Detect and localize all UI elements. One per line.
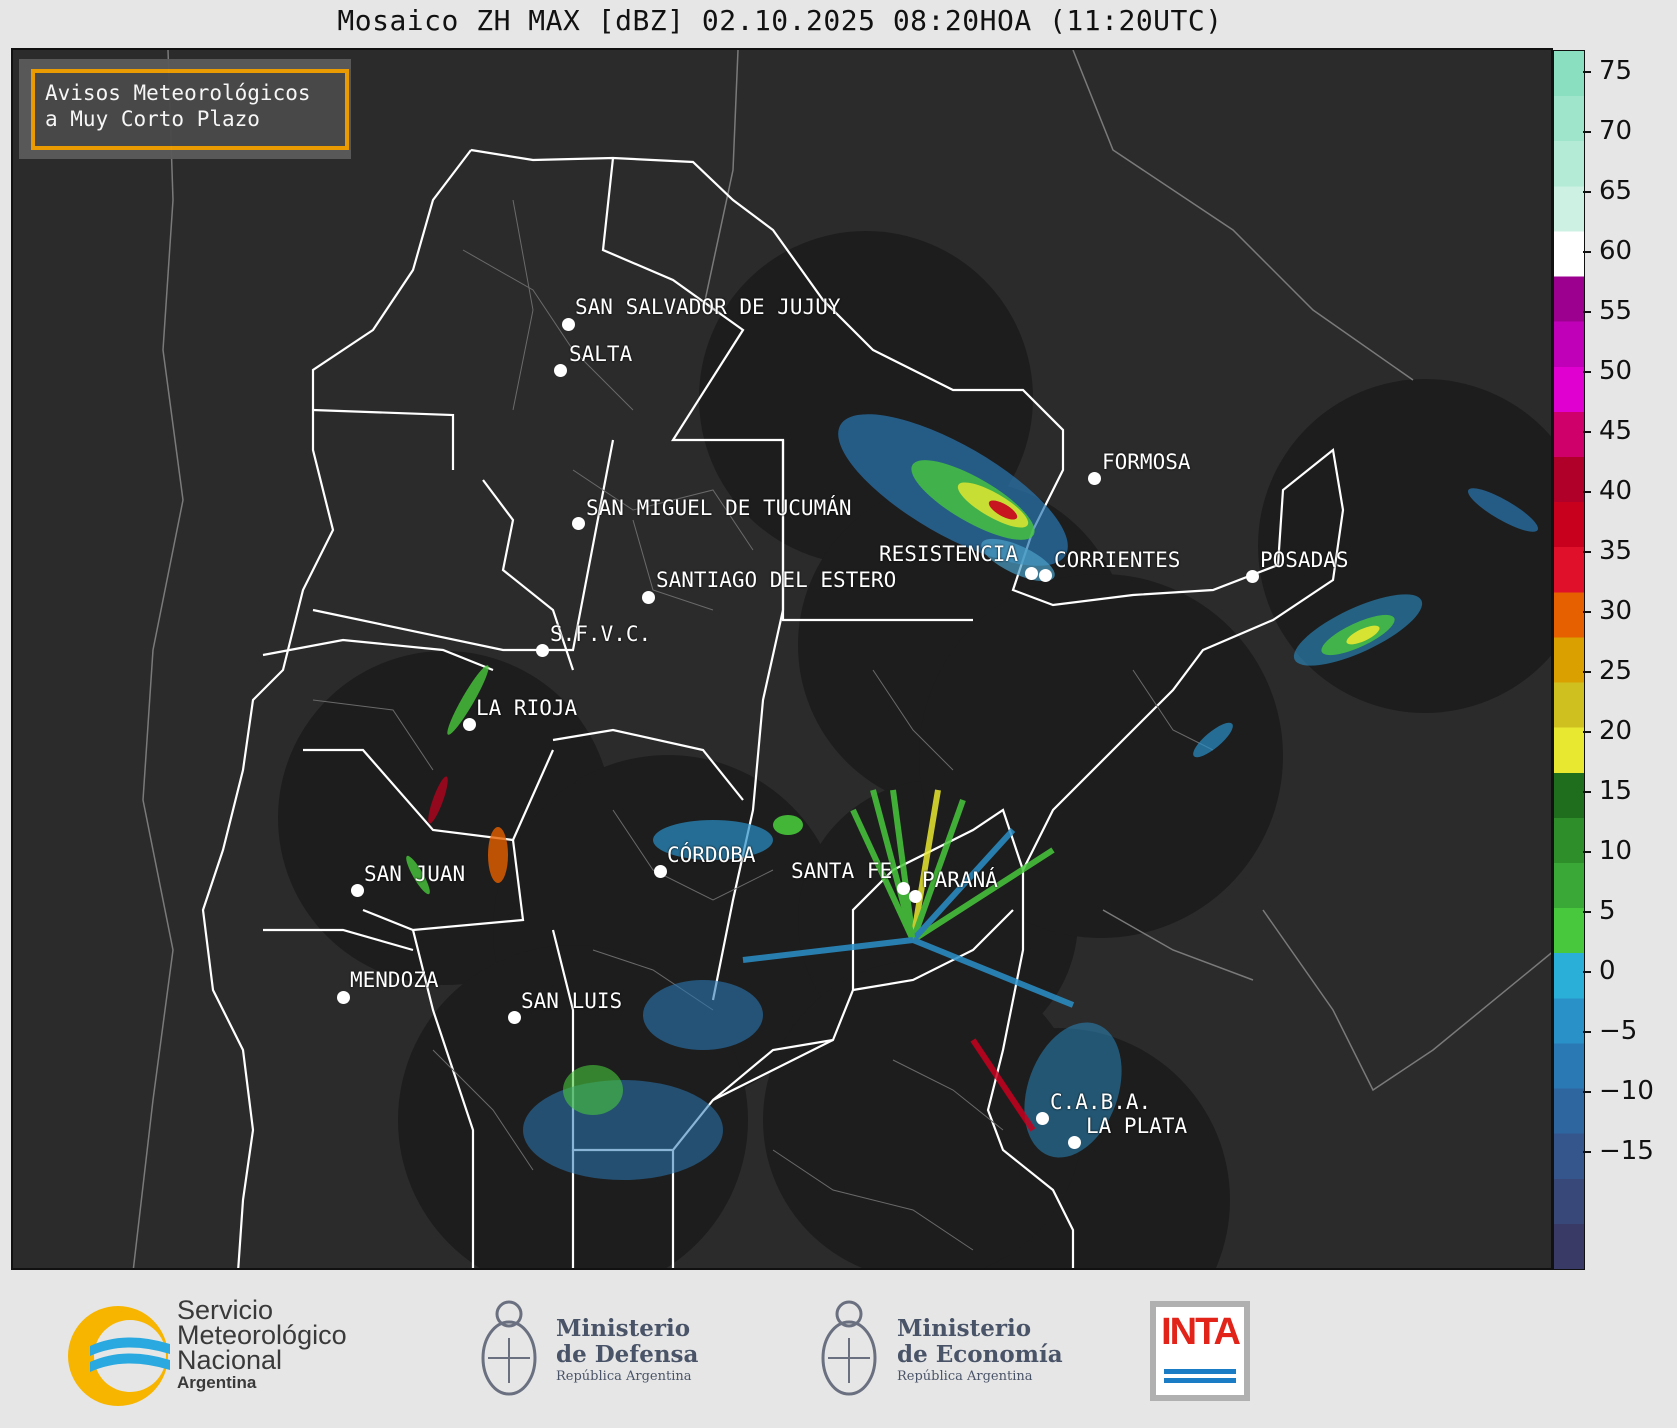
colorbar-tick-label: 15 bbox=[1599, 776, 1633, 806]
colorbar-tick: 20 bbox=[1582, 716, 1633, 746]
colorbar-tick: 5 bbox=[1583, 896, 1616, 926]
colorbar-tick: 0 bbox=[1583, 956, 1616, 986]
city-label: PARANÁ bbox=[922, 868, 998, 892]
city-dot bbox=[1025, 567, 1038, 580]
city-dot bbox=[508, 1011, 521, 1024]
colorbar-tick: −15 bbox=[1583, 1136, 1654, 1166]
smn-logo-icon bbox=[68, 1306, 170, 1406]
city-label: SALTA bbox=[569, 342, 633, 366]
city-dot bbox=[572, 517, 585, 530]
city-label: SAN JUAN bbox=[364, 862, 466, 886]
colorbar-tick-label: 5 bbox=[1599, 896, 1616, 926]
city-dot bbox=[909, 890, 922, 903]
economia-line1: Ministerio bbox=[897, 1315, 1032, 1342]
city-label: POSADAS bbox=[1260, 548, 1349, 572]
map-canvas bbox=[132, 50, 1551, 1268]
coat-of-arms-icon bbox=[821, 1300, 877, 1396]
radar-coverage-circles bbox=[278, 231, 1551, 1268]
city-label: LA RIOJA bbox=[476, 696, 578, 720]
colorbar-tick: 25 bbox=[1582, 656, 1633, 686]
coat-of-arms-icon bbox=[481, 1300, 537, 1396]
colorbar-tick: 75 bbox=[1582, 56, 1633, 86]
colorbar-tick-label: −15 bbox=[1599, 1136, 1654, 1166]
radar-map: Avisos Meteorológicos a Muy Corto Plazo … bbox=[11, 48, 1553, 1270]
city-label: MENDOZA bbox=[350, 968, 439, 992]
colorbar-tick: 70 bbox=[1582, 116, 1633, 146]
colorbar-tick-label: 20 bbox=[1599, 716, 1633, 746]
colorbar-tick-label: 40 bbox=[1599, 476, 1633, 506]
city-label: CORRIENTES bbox=[1054, 548, 1181, 572]
city-dot bbox=[1036, 1112, 1049, 1125]
city-label: SANTA FE bbox=[791, 859, 893, 883]
colorbar-tick-label: 10 bbox=[1599, 836, 1633, 866]
colorbar-tick: 35 bbox=[1582, 536, 1633, 566]
city-label: SAN MIGUEL DE TUCUMÁN bbox=[586, 496, 852, 520]
economia-line2: de Economía bbox=[897, 1341, 1063, 1368]
colorbar-tick-label: 60 bbox=[1599, 236, 1633, 266]
city-label: LA PLATA bbox=[1086, 1114, 1188, 1138]
colorbar-tick-label: 70 bbox=[1599, 116, 1633, 146]
city-dot bbox=[337, 991, 350, 1004]
city-dot bbox=[897, 882, 910, 895]
colorbar-tick-label: 55 bbox=[1599, 296, 1633, 326]
city-dot bbox=[1068, 1136, 1081, 1149]
city-dot bbox=[463, 718, 476, 731]
colorbar-tick-label: 35 bbox=[1599, 536, 1633, 566]
city-dot bbox=[1088, 472, 1101, 485]
city-label: RESISTENCIA bbox=[879, 542, 1019, 566]
colorbar-tick: 65 bbox=[1582, 176, 1633, 206]
colorbar-tick-label: 45 bbox=[1599, 416, 1633, 446]
defensa-line2: de Defensa bbox=[556, 1341, 699, 1368]
colorbar-tick: 40 bbox=[1582, 476, 1633, 506]
city-dot bbox=[1039, 569, 1052, 582]
map-title: Mosaico ZH MAX [dBZ] 02.10.2025 08:20HOA… bbox=[337, 4, 1223, 37]
colorbar-tick: 15 bbox=[1582, 776, 1633, 806]
city-dot bbox=[562, 318, 575, 331]
colorbar bbox=[1553, 50, 1585, 1270]
city-label: SAN LUIS bbox=[521, 989, 623, 1013]
colorbar-tick: 55 bbox=[1582, 296, 1633, 326]
inta-logo: INTA bbox=[1150, 1301, 1250, 1401]
city-dot bbox=[554, 364, 567, 377]
avisos-line2: a Muy Corto Plazo bbox=[45, 107, 260, 131]
colorbar-tick-label: 0 bbox=[1599, 956, 1616, 986]
avisos-line1: Avisos Meteorológicos bbox=[45, 81, 311, 105]
colorbar-tick-label: −10 bbox=[1599, 1076, 1654, 1106]
colorbar-tick: 30 bbox=[1582, 596, 1633, 626]
smn-line4: Argentina bbox=[177, 1373, 257, 1392]
economia-line3: República Argentina bbox=[897, 1369, 1033, 1384]
colorbar-tick: −5 bbox=[1582, 1016, 1638, 1046]
inta-text: INTA bbox=[1161, 1311, 1241, 1353]
colorbar-tick-label: 65 bbox=[1599, 176, 1633, 206]
colorbar-tick: 10 bbox=[1582, 836, 1633, 866]
city-label: C.A.B.A. bbox=[1050, 1090, 1152, 1114]
colorbar-tick-label: 50 bbox=[1599, 356, 1633, 386]
city-label: SANTIAGO DEL ESTERO bbox=[656, 568, 897, 592]
city-label: S.F.V.C. bbox=[550, 622, 652, 646]
city-dot bbox=[654, 865, 667, 878]
city-dot bbox=[351, 884, 364, 897]
city-label: FORMOSA bbox=[1102, 450, 1191, 474]
footer-logos: Servicio Meteorológico Nacional Argentin… bbox=[0, 1272, 1677, 1428]
avisos-panel: Avisos Meteorológicos a Muy Corto Plazo bbox=[19, 59, 351, 159]
city-dot bbox=[536, 644, 549, 657]
smn-line3: Nacional bbox=[177, 1345, 283, 1375]
avisos-box[interactable]: Avisos Meteorológicos a Muy Corto Plazo bbox=[31, 69, 349, 150]
colorbar-tick: 45 bbox=[1582, 416, 1633, 446]
colorbar-tick: −10 bbox=[1583, 1076, 1654, 1106]
colorbar-tick-label: 25 bbox=[1599, 656, 1633, 686]
defensa-line3: República Argentina bbox=[556, 1369, 692, 1384]
colorbar-tick-label: 75 bbox=[1599, 56, 1633, 86]
city-dot bbox=[642, 591, 655, 604]
colorbar-tick-label: −5 bbox=[1599, 1016, 1638, 1046]
defensa-line1: Ministerio bbox=[556, 1315, 691, 1342]
city-dot bbox=[1246, 570, 1259, 583]
colorbar-tick: 60 bbox=[1582, 236, 1633, 266]
colorbar-tick: 50 bbox=[1582, 356, 1633, 386]
city-label: CÓRDOBA bbox=[667, 843, 756, 867]
colorbar-tick-label: 30 bbox=[1599, 596, 1633, 626]
city-label: SAN SALVADOR DE JUJUY bbox=[575, 295, 841, 319]
